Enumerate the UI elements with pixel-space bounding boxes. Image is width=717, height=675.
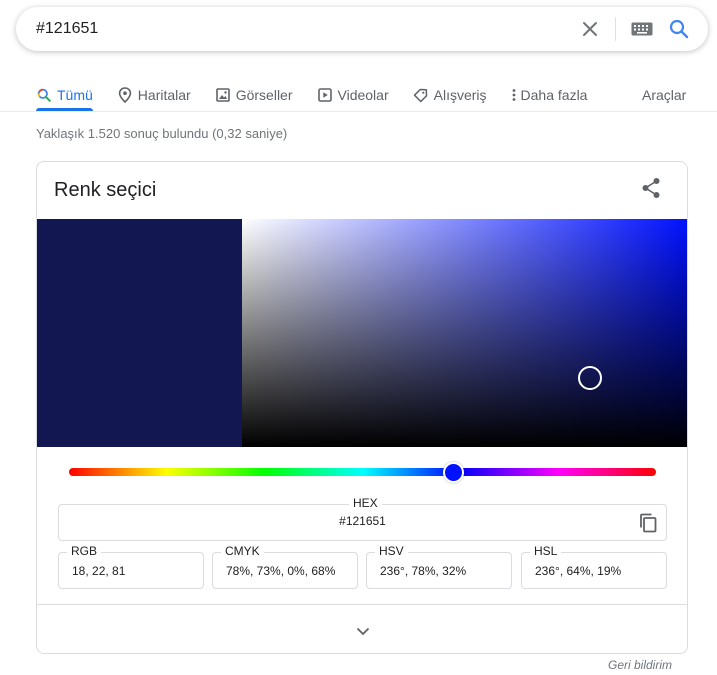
tab-label: Videolar xyxy=(337,87,389,103)
search-bar-divider xyxy=(615,17,616,41)
search-icon[interactable] xyxy=(667,17,691,41)
tab-label: Daha fazla xyxy=(520,87,588,103)
more-vert-icon xyxy=(511,87,517,103)
tabs-divider xyxy=(0,111,717,112)
search-icon xyxy=(36,87,52,103)
hsv-field: HSV xyxy=(366,544,512,589)
tab-label: Haritalar xyxy=(137,87,191,103)
hex-input[interactable] xyxy=(59,514,666,528)
saturation-value-handle[interactable] xyxy=(578,366,602,390)
hsl-input[interactable] xyxy=(535,564,660,578)
image-icon xyxy=(215,87,231,103)
hsv-input[interactable] xyxy=(380,564,505,578)
cmyk-field: CMYK xyxy=(212,544,358,589)
copy-icon[interactable] xyxy=(637,512,659,534)
chevron-down-icon[interactable] xyxy=(351,619,375,643)
search-bar xyxy=(16,7,708,51)
search-tabs: Tümü Haritalar Görseller Videolar Alışve… xyxy=(36,80,611,111)
tools-button[interactable]: Araçlar xyxy=(642,80,686,110)
hue-slider[interactable] xyxy=(69,468,656,476)
hsl-field: HSL xyxy=(521,544,667,589)
tab-maps[interactable]: Haritalar xyxy=(117,80,191,110)
search-input[interactable] xyxy=(36,7,556,51)
tag-icon xyxy=(413,87,429,103)
tab-all[interactable]: Tümü xyxy=(36,80,93,111)
tab-label: Görseller xyxy=(235,87,293,103)
tab-more[interactable]: Daha fazla xyxy=(511,80,588,110)
color-preview-swatch xyxy=(37,219,242,447)
feedback-link[interactable]: Geri bildirim xyxy=(608,658,672,672)
card-divider xyxy=(37,604,687,605)
hex-field: HEX xyxy=(58,496,667,541)
keyboard-icon[interactable] xyxy=(628,17,656,41)
close-icon[interactable] xyxy=(578,17,602,41)
cmyk-label: CMYK xyxy=(221,544,264,558)
video-play-icon xyxy=(317,87,333,103)
result-stats: Yaklaşık 1.520 sonuç bulundu (0,32 saniy… xyxy=(36,126,288,141)
rgb-label: RGB xyxy=(67,544,102,558)
hex-label: HEX xyxy=(349,496,382,510)
tab-videos[interactable]: Videolar xyxy=(317,80,389,110)
share-icon[interactable] xyxy=(639,176,663,200)
rgb-field: RGB xyxy=(58,544,204,589)
rgb-input[interactable] xyxy=(72,564,197,578)
hsv-label: HSV xyxy=(375,544,408,558)
hue-slider-handle[interactable] xyxy=(443,462,465,483)
tab-shopping[interactable]: Alışveriş xyxy=(413,80,487,110)
tab-label: Alışveriş xyxy=(433,87,487,103)
saturation-value-area[interactable] xyxy=(242,219,687,447)
hsl-label: HSL xyxy=(530,544,562,558)
card-title: Renk seçici xyxy=(54,179,157,201)
cmyk-input[interactable] xyxy=(226,564,351,578)
map-pin-icon xyxy=(117,87,133,103)
tab-label: Tümü xyxy=(57,87,93,103)
tab-images[interactable]: Görseller xyxy=(215,80,293,110)
color-picker-card: Renk seçici HEX RGB CMYK HSV HSL xyxy=(36,161,688,654)
